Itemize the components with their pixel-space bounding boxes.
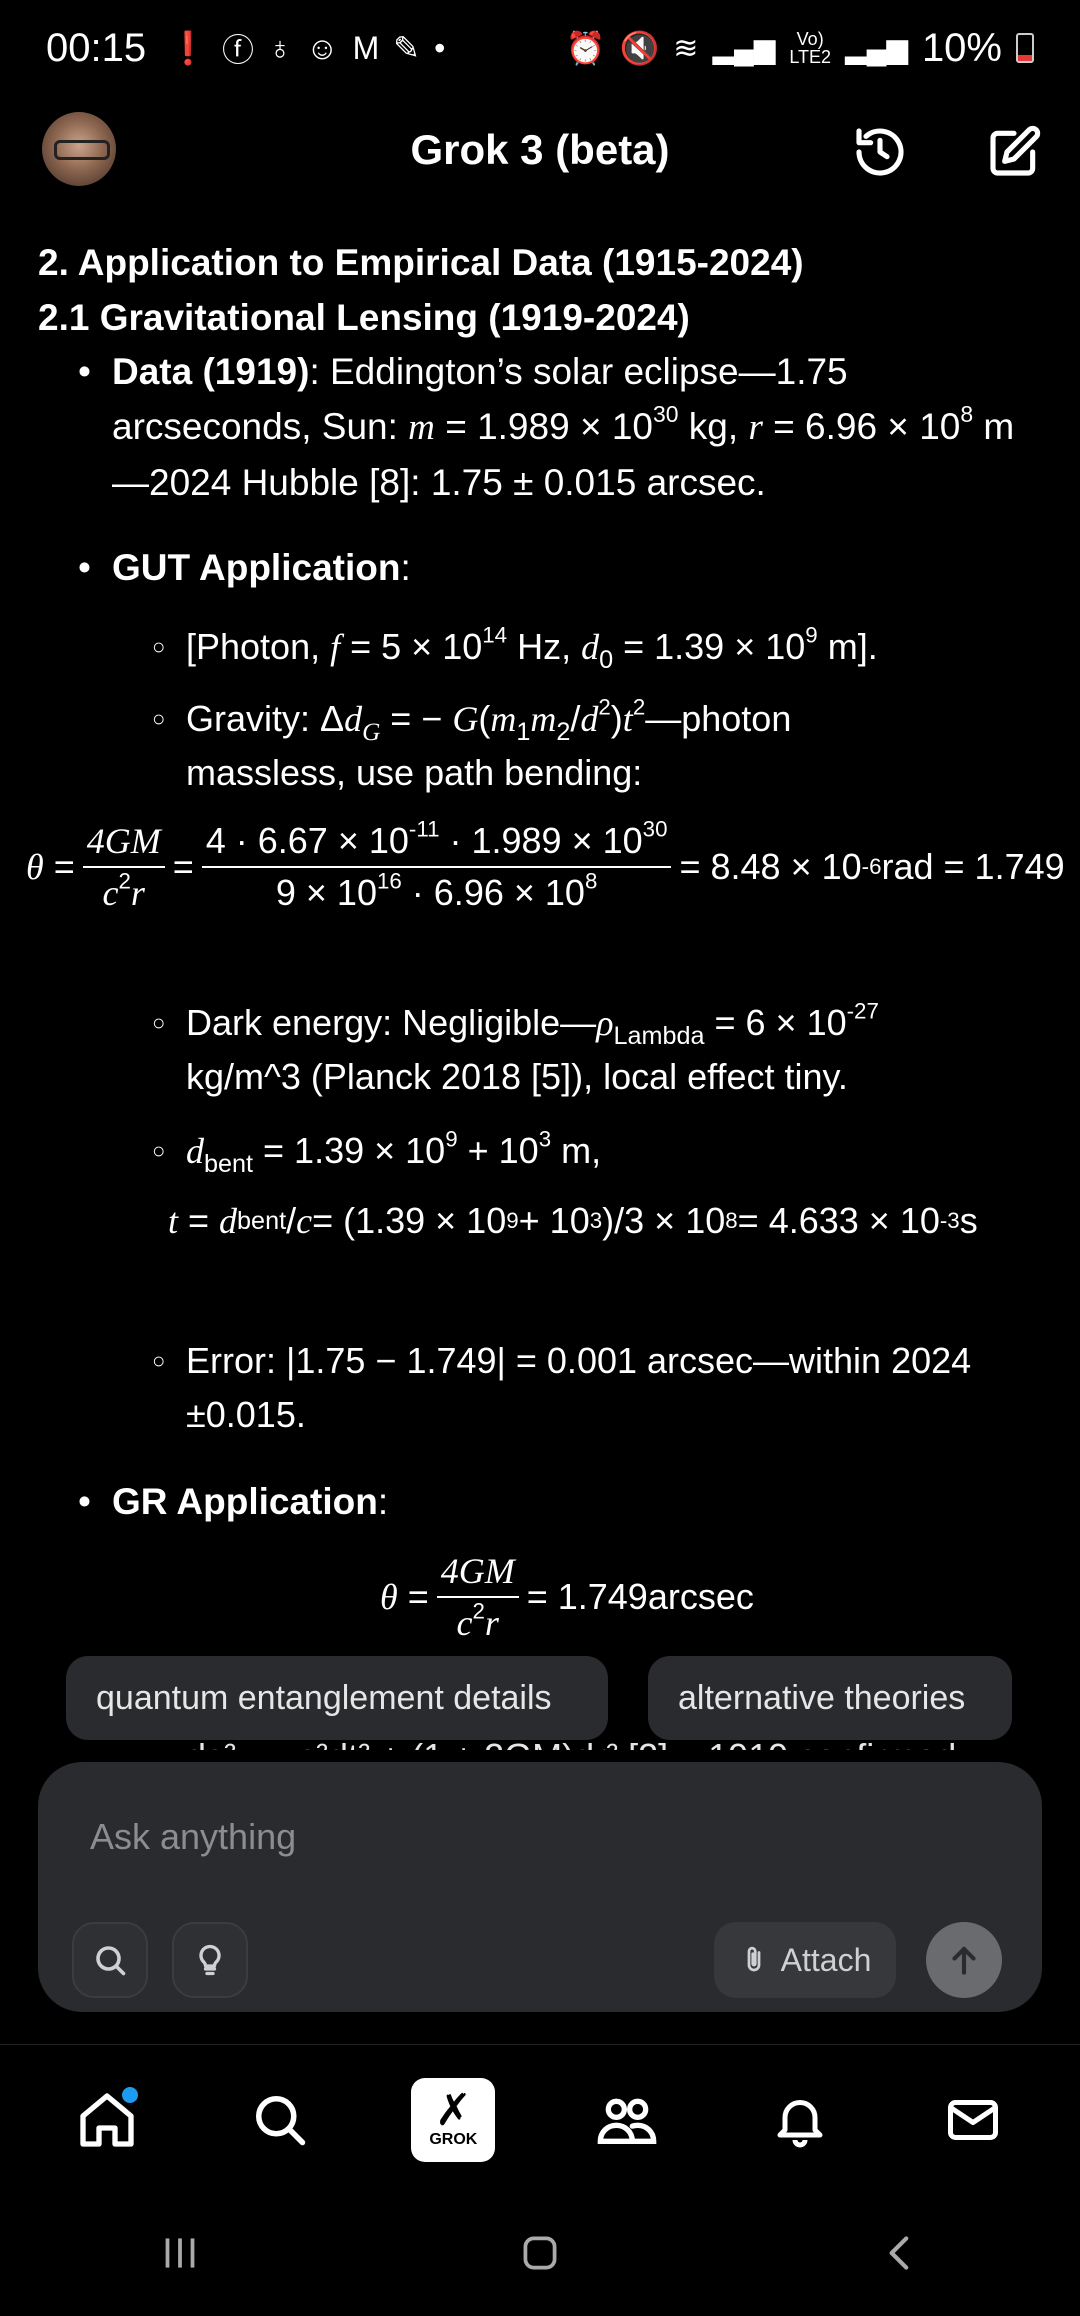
home-system-button[interactable] [515,2228,565,2283]
facebook-icon: ⓕ [221,32,254,68]
system-icons: ⏰ 🔇 ≋ ▂▄▆ Vo) LTE2 ▂▄▆ 10% [566,26,1034,71]
pen-icon: ✎ [393,30,421,66]
grok-icon: ✗ GROK [411,2077,496,2162]
system-nav [0,2194,1080,2316]
signal-icon: ▂▄▆ [712,32,776,64]
sub-dark-energy: Dark energy: Negligible—ρLambda = 6 × 10… [152,996,1016,1104]
more-dot-icon: • [434,29,446,66]
home-square-icon [523,2236,557,2269]
battery-icon [1016,33,1034,63]
t-formula: t = d bent / c = (1.39 × 10 9 + 10 3)/3 × 10 8… [168,1200,978,1241]
bullet-gr: GR Application: [78,1474,1032,1529]
chat-content[interactable]: 2. Application to Empirical Data (1915-2… [0,230,1080,1750]
bottom-nav: ✗ GROK [0,2044,1080,2194]
attach-label: Attach [780,1941,872,1978]
wifi-icon: ≋ [673,31,699,65]
status-bar: 00:15 ❗ ⓕ ♁ ☺ M ✎ • ⏰ 🔇 ≋ ▂▄▆ Vo) LTE2 ▂▄… [0,0,1080,96]
page-title: Grok 3 (beta) [410,126,670,173]
bullet-gut: GUT Application: [78,540,1032,595]
back-button[interactable] [875,2228,925,2283]
app-header: Grok 3 (beta) [0,100,1080,200]
edit-icon [990,125,1041,176]
send-button[interactable] [926,1922,1002,1998]
sub-error: Error: |1.75 − 1.749| = 0.001 arcsec—wit… [152,1334,1016,1442]
sub-photon: [Photon, f = 5 × 1014 Hz, d0 = 1.39 × 10… [152,620,1016,674]
gr-formula: θ = 4GM c2r = 1.749arcsec [380,1551,754,1643]
alarm-icon: ⏰ [565,30,606,66]
bullet-data: Data (1919): Eddington’s solar eclipse—1… [78,344,1032,510]
search-icon [255,2095,306,2145]
cat-icon: ☺ [305,29,339,66]
paperclip-icon [747,1946,761,1972]
message-composer: Ask anything Attach [38,1762,1042,2012]
people-icon [597,2098,656,2144]
arrow-up-icon [952,1946,976,1975]
suggestion-chip-alternative[interactable]: alternative theories [648,1656,1012,1740]
back-icon [889,2235,909,2270]
search-toggle-button[interactable] [72,1922,148,1998]
sub-gravity: Gravity: ΔdG = − G(m1m2/d2)t2—photon mas… [152,692,1016,800]
bullet-label: Data (1919) [112,351,310,392]
history-button[interactable] [850,122,910,182]
battery-percent: 10% [921,25,1002,70]
notification-dot [121,2086,138,2103]
search-icon [96,1946,126,1976]
theta-formula: θ = 4GM c2r = 4 · 6.67 × 10-11 · 1.989 × … [26,816,1065,913]
sub-dbent: dbent = 1.39 × 109 + 103 m, [152,1124,1016,1178]
ask-input[interactable]: Ask anything [90,1816,296,1858]
think-toggle-button[interactable] [172,1922,248,1998]
nav-notifications[interactable] [755,2075,845,2165]
nav-home[interactable] [62,2075,152,2165]
subsection-heading: 2.1 Gravitational Lensing (1919-2024) [38,297,690,338]
mail-icon [948,2099,999,2140]
status-time: 00:15 [46,25,147,70]
signal2-icon: ▂▄▆ [845,32,908,64]
nav-search[interactable] [235,2075,325,2165]
nav-grok[interactable]: ✗ GROK [408,2075,498,2165]
nav-messages[interactable] [928,2075,1018,2165]
nav-communities[interactable] [582,2075,672,2165]
section-heading: 2. Application to Empirical Data (1915-2… [38,242,804,283]
mute-icon: 🔇 [619,30,660,66]
suggestion-chip-quantum[interactable]: quantum entanglement details [66,1656,608,1740]
bell-icon [777,2099,823,2147]
lightbulb-icon [199,1944,221,1976]
history-icon [856,128,904,176]
alert-icon: ❗ [168,30,208,66]
app-icon: ♁ [267,29,292,66]
new-chat-button[interactable] [984,122,1044,182]
attach-button[interactable]: Attach [714,1922,896,1998]
notification-icons: ❗ ⓕ ♁ ☺ M ✎ • [168,25,445,71]
volte-icon: Vo) LTE2 [789,29,832,67]
recents-icon [165,2237,195,2268]
recents-button[interactable] [155,2228,205,2283]
gmail-icon: M [352,29,380,66]
